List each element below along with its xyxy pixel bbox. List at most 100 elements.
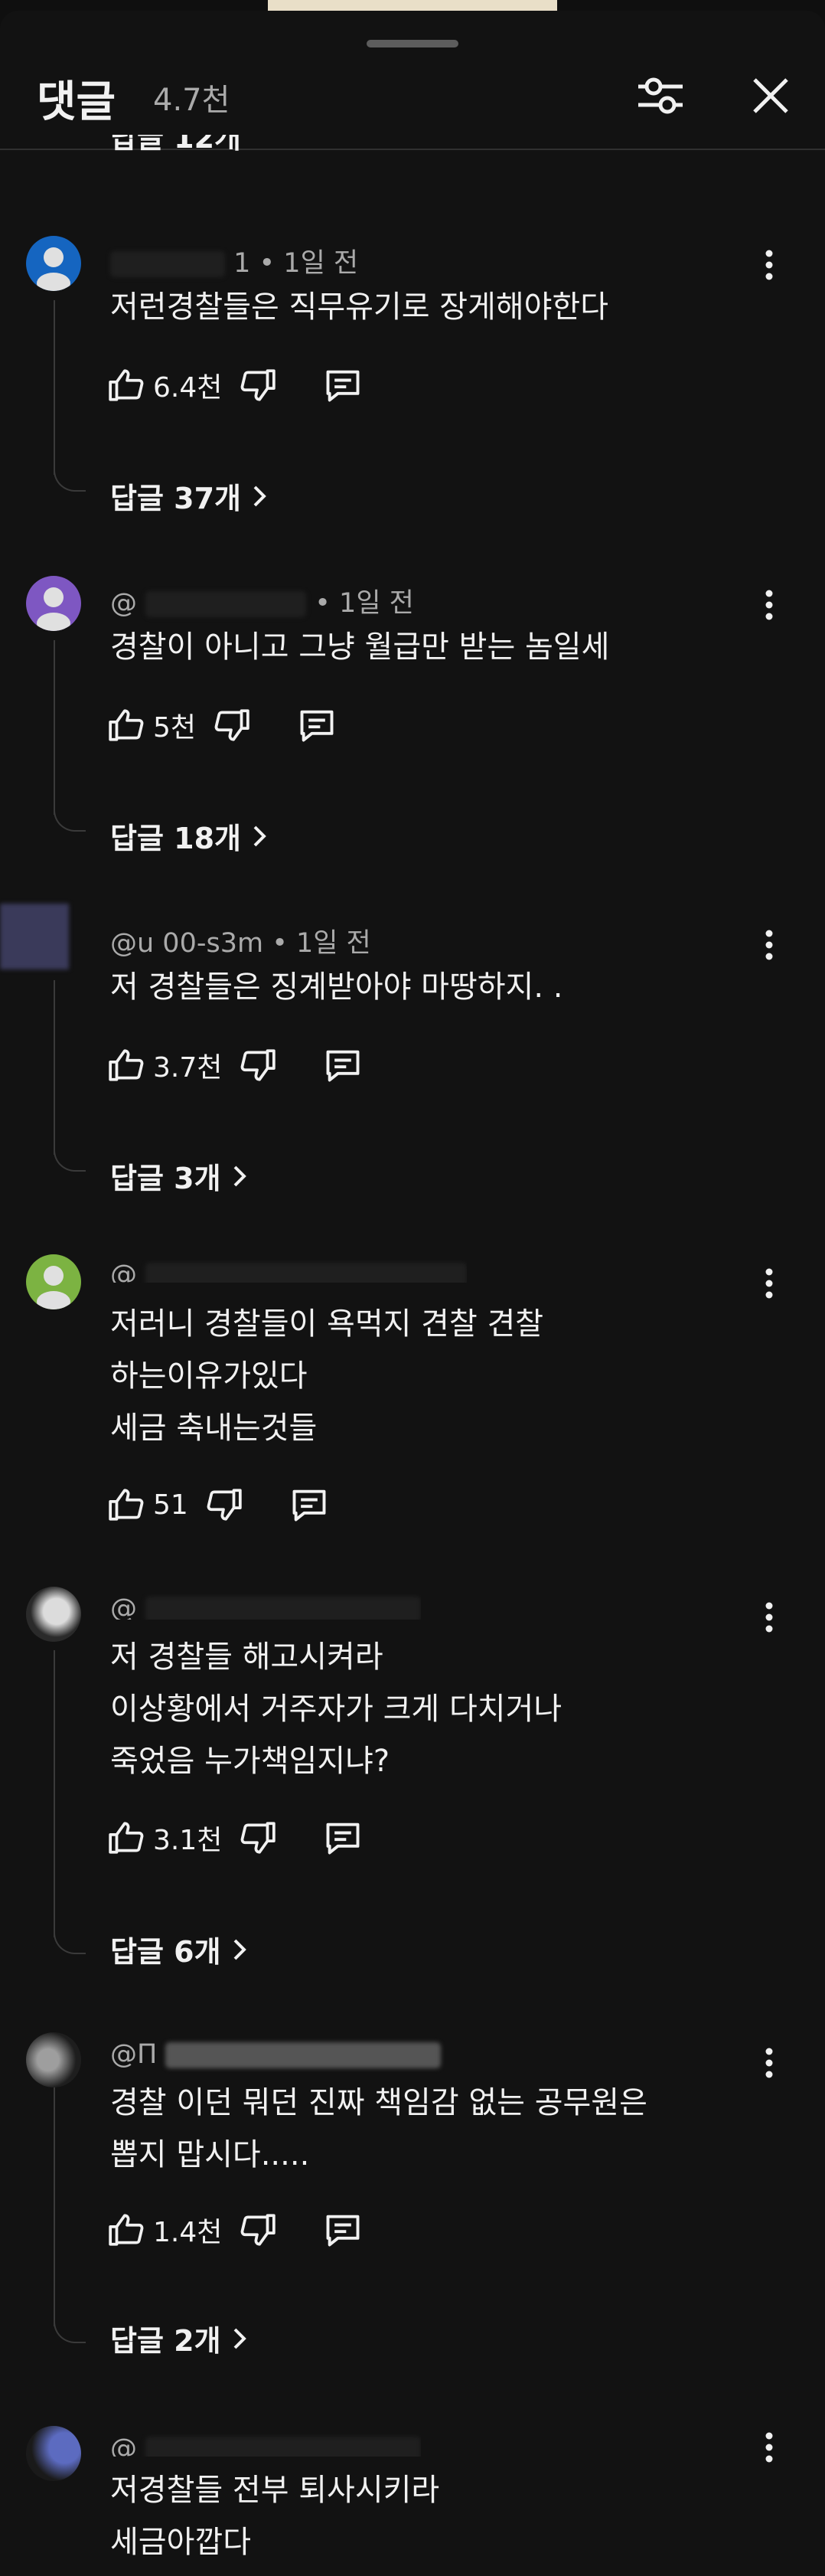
replies-link[interactable]: 답글 2개: [110, 2317, 247, 2359]
replies-label: 답글 18개: [110, 822, 241, 855]
page-title: 댓글: [37, 77, 116, 127]
comment-text: 저러니 경찰들이 욕먹지 견찰 견찰 하는이유가있다 세금 축내는것들: [110, 1306, 544, 1446]
more-icon[interactable]: [754, 2040, 784, 2086]
reply-button[interactable]: [297, 705, 337, 745]
thread-line: [54, 2084, 55, 2326]
replies-link[interactable]: 답글 3개: [110, 1155, 247, 1197]
replies-link[interactable]: 답글 18개: [110, 815, 267, 857]
comment-meta-text: @: [110, 2434, 137, 2457]
thumbs-up-icon: [109, 369, 144, 401]
replies-label: 답글 6개: [110, 1935, 221, 1969]
reply-button[interactable]: [289, 1485, 329, 1525]
more-icon[interactable]: [754, 242, 784, 288]
filter-icon[interactable]: [634, 69, 687, 123]
reply-icon: [292, 1489, 326, 1522]
like-count: 5천: [153, 712, 197, 744]
comment-actions: 5천: [107, 702, 337, 748]
reply-icon: [326, 370, 360, 402]
avatar[interactable]: [26, 2032, 81, 2087]
comment-actions: 3.7천: [107, 1042, 363, 1088]
comment-meta-text: @u 00-s3m • 1일 전: [110, 928, 371, 959]
thumbs-down-icon: [240, 2214, 276, 2246]
comment-actions: 1.4천: [107, 2207, 363, 2253]
dislike-button[interactable]: [205, 1486, 243, 1524]
dislike-button[interactable]: [239, 1819, 277, 1857]
reply-button[interactable]: [323, 365, 363, 405]
replies-label: 답글 37개: [110, 482, 241, 515]
thread-line: [54, 980, 55, 1155]
comment-meta: @: [110, 2434, 422, 2457]
comment-text: 저경찰들 전부 퇴사시키라 세금아깝다: [110, 2473, 440, 2560]
reply-link-label: 답글 12개: [110, 135, 241, 155]
thumbs-up-icon: [109, 1489, 144, 1521]
reply-button[interactable]: [323, 2210, 363, 2250]
redacted-handle: [145, 591, 307, 617]
like-count: 3.7천: [153, 1052, 223, 1084]
comment-actions: 6.4천: [107, 362, 363, 408]
dislike-button[interactable]: [213, 706, 251, 744]
more-icon[interactable]: [754, 1260, 784, 1306]
thumbs-down-icon: [240, 1822, 276, 1854]
like-button[interactable]: 1.4천: [107, 2210, 222, 2250]
comment-actions: 3.1천: [107, 1815, 363, 1861]
like-button[interactable]: 3.7천: [107, 1045, 222, 1085]
comment-text: 경찰 이던 뭐던 진짜 책임감 없는 공무원은 뽑지 맙시다.....: [110, 2085, 647, 2172]
like-button[interactable]: 3.1천: [107, 1818, 222, 1858]
video-preview-strip: [268, 0, 557, 11]
avatar[interactable]: [26, 236, 81, 291]
redacted-handle: [145, 1263, 468, 1283]
redacted-handle: [145, 2437, 422, 2457]
avatar[interactable]: [26, 576, 81, 631]
more-icon[interactable]: [754, 2424, 784, 2470]
comment-actions: 51: [107, 1482, 329, 1528]
thumbs-down-icon: [214, 709, 249, 741]
more-icon[interactable]: [754, 582, 784, 628]
replies-label: 답글 2개: [110, 2324, 221, 2358]
chevron-right-icon: [233, 1939, 246, 1960]
comment-meta: @: [110, 1260, 468, 1283]
chevron-right-icon: [253, 485, 266, 506]
thumbs-up-icon: [109, 709, 144, 741]
chevron-right-icon: [253, 825, 266, 846]
redacted-handle: [145, 1597, 422, 1620]
thumbs-down-icon: [240, 369, 276, 401]
close-icon[interactable]: [744, 69, 797, 123]
comment-meta-text: @: [110, 1594, 137, 1620]
dislike-button[interactable]: [239, 1046, 277, 1084]
handle-prefix: @: [110, 588, 137, 619]
comment-meta-text: 1 • 1일 전: [233, 248, 359, 279]
thread-line: [54, 640, 55, 815]
comment-meta: @ • 1일 전: [110, 581, 414, 620]
comment-meta-text: @: [110, 1260, 137, 1283]
replies-link[interactable]: 답글 6개: [110, 1928, 247, 1970]
comment-text: 저런경찰들은 직무유기로 장게해야한다: [110, 289, 609, 325]
thumbs-up-icon: [109, 2214, 144, 2246]
reply-icon: [326, 1050, 360, 1082]
comment-count: 4.7천: [153, 83, 230, 118]
more-icon[interactable]: [754, 1594, 784, 1640]
like-button[interactable]: 51: [107, 1486, 188, 1524]
thread-line: [54, 1650, 55, 1937]
avatar[interactable]: [0, 904, 69, 969]
reply-link-top[interactable]: 답글 12개: [110, 135, 241, 165]
reply-button[interactable]: [323, 1045, 363, 1085]
reply-icon: [300, 710, 334, 742]
chevron-right-icon: [233, 1165, 246, 1186]
avatar[interactable]: [26, 1254, 81, 1309]
avatar[interactable]: [26, 2426, 81, 2481]
thumbs-down-icon: [207, 1489, 242, 1521]
like-count: 6.4천: [153, 372, 223, 404]
more-icon[interactable]: [754, 922, 784, 968]
avatar[interactable]: [26, 1587, 81, 1642]
like-button[interactable]: 6.4천: [107, 365, 222, 405]
thumbs-up-icon: [109, 1822, 144, 1854]
dislike-button[interactable]: [239, 2211, 277, 2249]
reply-button[interactable]: [323, 1818, 363, 1858]
thumbs-up-icon: [109, 1049, 144, 1081]
replies-link[interactable]: 답글 37개: [110, 475, 267, 517]
like-button[interactable]: 5천: [107, 705, 196, 745]
comment-text: 경찰이 아니고 그냥 월급만 받는 놈일세: [110, 629, 610, 665]
dislike-button[interactable]: [239, 366, 277, 404]
redacted-handle: [110, 251, 225, 277]
replies-label: 답글 3개: [110, 1162, 221, 1195]
